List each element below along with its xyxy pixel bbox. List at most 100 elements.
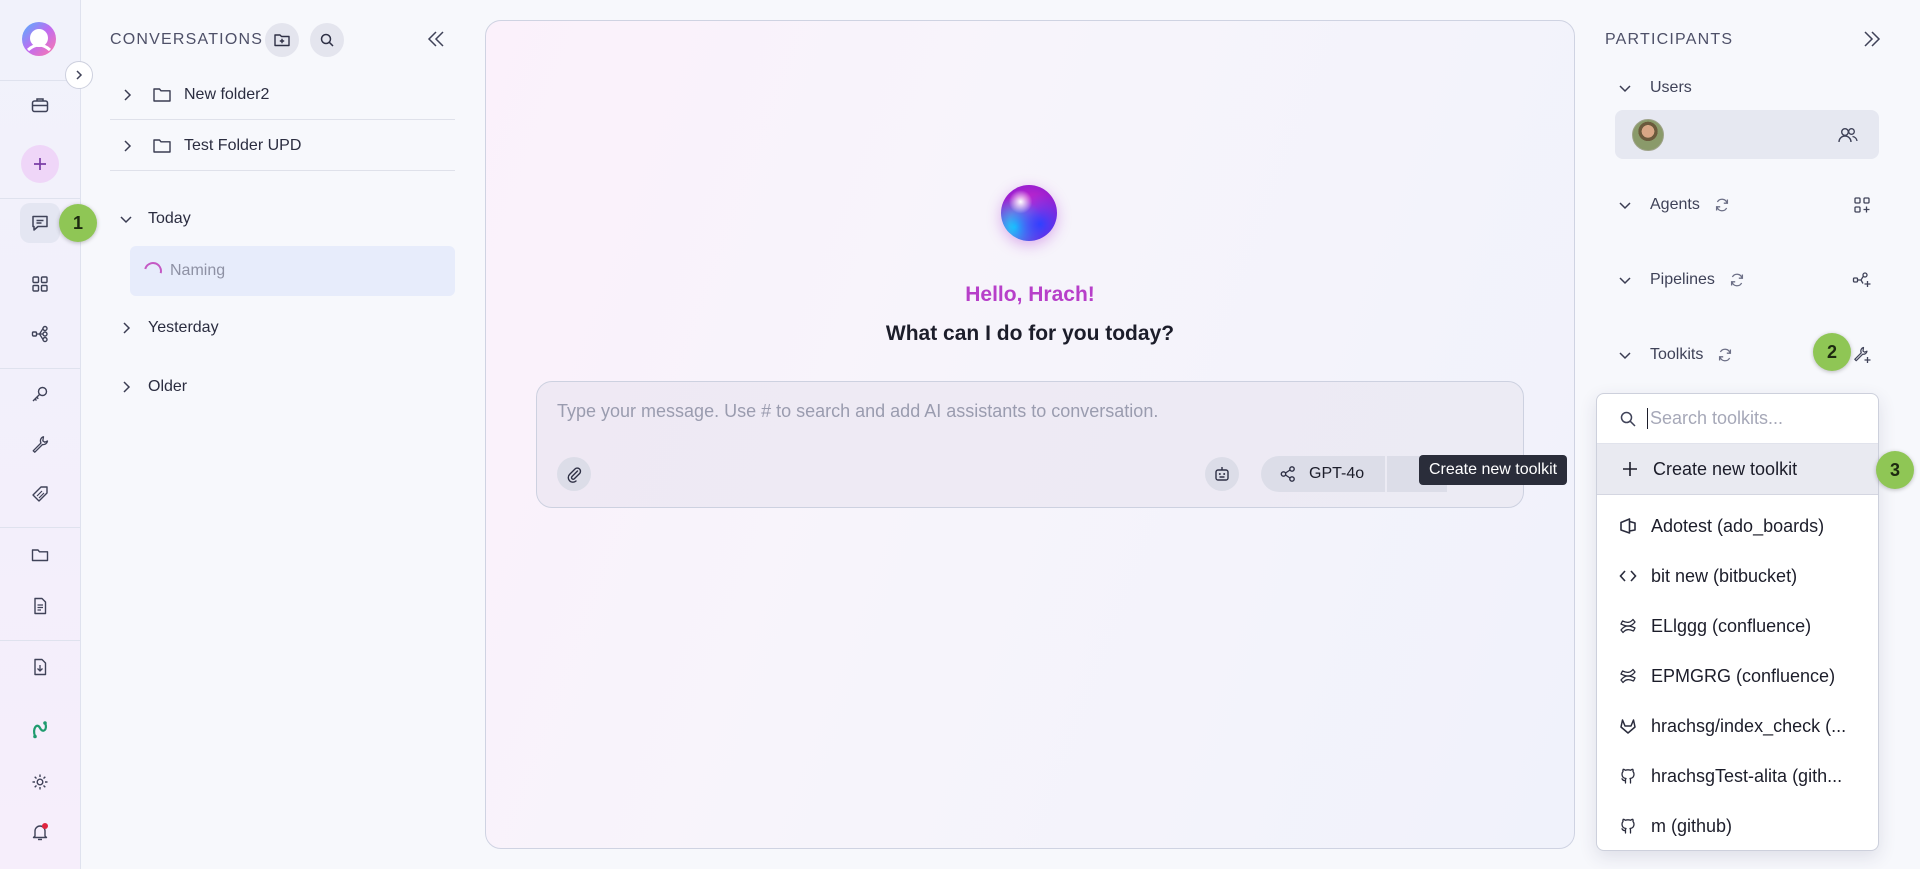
rail-documents-button[interactable] — [20, 586, 60, 626]
share-nodes-icon — [1280, 466, 1295, 482]
refresh-icon[interactable] — [1714, 197, 1730, 213]
toolkit-option-label: bit new (bitbucket) — [1651, 565, 1798, 586]
toolkit-option[interactable]: hrachsg/index_check (... — [1597, 701, 1878, 751]
rail-export-button[interactable] — [20, 647, 60, 687]
chevron-down-icon — [112, 212, 140, 226]
add-toolkit-button[interactable] — [1852, 345, 1872, 365]
double-chevron-left-icon — [427, 31, 444, 47]
folder-icon — [152, 86, 172, 104]
create-toolkit-label: Create new toolkit — [1653, 458, 1798, 479]
folder-icon — [152, 137, 172, 155]
participants-title: PARTICIPANTS — [1605, 31, 1734, 48]
chevron-down-icon — [1612, 273, 1638, 287]
users-manage-button[interactable] — [1837, 125, 1859, 145]
refresh-icon[interactable] — [1729, 272, 1745, 288]
github-icon — [1617, 817, 1639, 835]
rail-tags-button[interactable] — [20, 474, 60, 514]
tag-icon — [32, 486, 48, 502]
search-conversations-button[interactable] — [310, 23, 344, 57]
section-pipelines[interactable]: Pipelines — [1612, 265, 1745, 295]
rail-credentials-button[interactable] — [20, 374, 60, 414]
key-icon — [32, 386, 48, 402]
bell-icon — [32, 823, 48, 841]
prompt-question: What can I do for you today? — [885, 322, 1175, 345]
toolkit-option[interactable]: ELlggg (confluence) — [1597, 601, 1878, 651]
plus-icon — [1621, 460, 1639, 478]
rail-artifacts-button[interactable] — [20, 535, 60, 575]
users-icon — [1838, 128, 1858, 143]
rail-settings-button[interactable] — [20, 762, 60, 802]
assistant-button[interactable] — [1205, 457, 1239, 491]
add-pipeline-button[interactable] — [1852, 271, 1872, 289]
section-toolkits[interactable]: Toolkits — [1612, 340, 1733, 370]
rail-notifications-button[interactable] — [20, 812, 60, 852]
rail-divider — [0, 640, 81, 641]
rail-pipelines-button[interactable] — [20, 314, 60, 354]
toolkit-search-input[interactable] — [1647, 408, 1857, 429]
toolkit-option[interactable]: Adotest (ado_boards) — [1597, 501, 1878, 551]
toolkit-dropdown: Create new toolkit Adotest (ado_boards) … — [1596, 393, 1879, 851]
new-folder-button[interactable] — [265, 23, 299, 57]
create-new-toolkit-option[interactable]: Create new toolkit — [1597, 444, 1878, 495]
confluence-icon — [1617, 667, 1639, 685]
attach-button[interactable] — [557, 457, 591, 491]
rail-briefcase-button[interactable] — [20, 85, 60, 125]
section-agents[interactable]: Agents — [1612, 190, 1730, 220]
add-icon — [34, 158, 46, 170]
group-today[interactable]: Today — [112, 204, 191, 234]
assistant-orb-icon — [1001, 185, 1057, 241]
paperclip-icon — [567, 467, 582, 483]
step-badge-3: 3 — [1876, 451, 1914, 489]
robot-icon — [1215, 467, 1229, 481]
rail-toolkits-button[interactable] — [20, 424, 60, 464]
link-icon — [32, 721, 48, 739]
toolkit-option[interactable]: hrachsgTest-alita (gith... — [1597, 751, 1878, 801]
toolkit-option[interactable]: bit new (bitbucket) — [1597, 551, 1878, 601]
rail-apps-button[interactable] — [20, 264, 60, 304]
group-label: Today — [148, 210, 191, 227]
chat-icon — [32, 215, 48, 231]
toolkit-search-row — [1597, 394, 1878, 444]
group-label: Older — [148, 378, 188, 395]
toolkit-option[interactable]: EPMGRG (confluence) — [1597, 651, 1878, 701]
group-yesterday[interactable]: Yesterday — [112, 313, 219, 343]
collapse-participants-button[interactable] — [1861, 28, 1883, 50]
rail-new-button[interactable] — [21, 145, 59, 183]
toolkit-option-label: Adotest (ado_boards) — [1651, 515, 1825, 536]
add-agent-button[interactable] — [1853, 196, 1871, 214]
refresh-icon[interactable] — [1717, 347, 1733, 363]
section-users[interactable]: Users — [1612, 73, 1692, 103]
chevron-down-icon — [1612, 81, 1638, 95]
pipeline-add-icon — [1852, 272, 1871, 287]
greeting-text: Hello, Hrach! — [965, 283, 1095, 306]
conversation-item[interactable]: Naming — [130, 246, 455, 296]
wrench-icon — [32, 436, 49, 453]
folder-icon — [31, 549, 49, 562]
toolkit-option-label: hrachsg/index_check (... — [1651, 715, 1847, 736]
rail-divider — [0, 527, 81, 528]
toolkit-option-label: m (github) — [1651, 815, 1733, 836]
rail-chat-button[interactable] — [20, 203, 60, 243]
github-icon — [1617, 767, 1639, 785]
conversations-title: CONVERSATIONS — [110, 31, 264, 48]
folder-row[interactable]: New folder2 — [110, 70, 455, 120]
chevron-down-icon — [1612, 198, 1638, 212]
rail-integration-button[interactable] — [20, 710, 60, 750]
expand-sidebar-button[interactable] — [65, 61, 93, 89]
folder-row[interactable]: Test Folder UPD — [110, 121, 455, 171]
pipeline-icon — [31, 325, 48, 343]
folder-name: Test Folder UPD — [184, 136, 302, 154]
collapse-conversations-button[interactable] — [425, 28, 447, 50]
grid-icon — [32, 276, 48, 292]
group-older[interactable]: Older — [112, 372, 187, 402]
toolkit-option[interactable]: m (github) — [1597, 801, 1878, 850]
gitlab-icon — [1617, 717, 1639, 735]
section-label: Agents — [1650, 196, 1700, 213]
model-selector[interactable]: GPT-4o — [1261, 456, 1385, 492]
app-logo[interactable] — [20, 20, 58, 58]
section-label: Pipelines — [1650, 271, 1715, 288]
avatar[interactable] — [1632, 119, 1664, 151]
toolkit-option-label: hrachsgTest-alita (gith... — [1651, 765, 1843, 786]
message-input[interactable]: Type your message. Use # to search and a… — [557, 401, 1158, 422]
double-chevron-right-icon — [1864, 31, 1881, 47]
